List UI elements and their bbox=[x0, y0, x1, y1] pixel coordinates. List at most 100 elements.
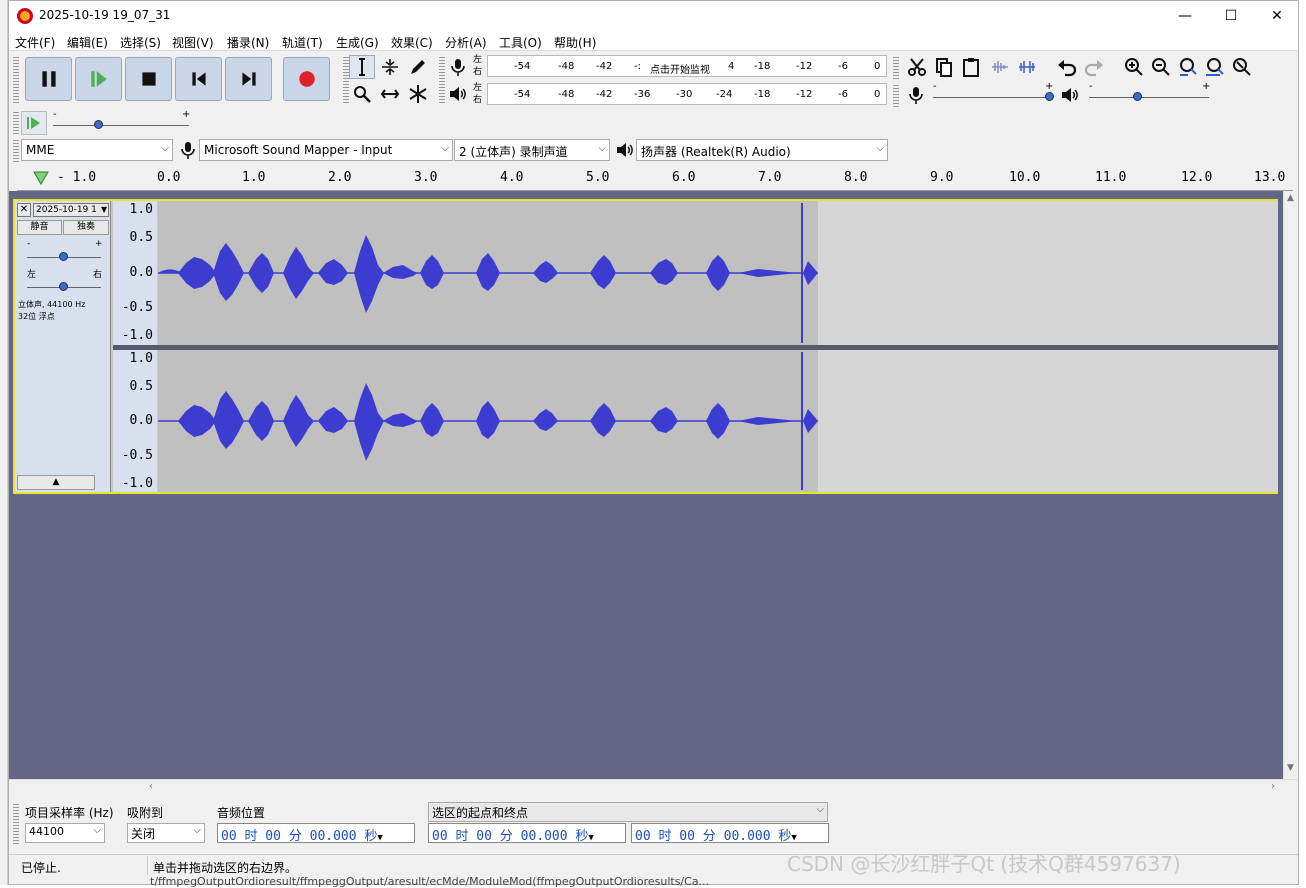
microphone-icon bbox=[181, 142, 195, 159]
window-title: 2025-10-19 19_07_31 bbox=[39, 8, 171, 22]
ruler-label: 13.0 bbox=[1254, 170, 1286, 185]
track-panel[interactable]: ✕ 2025-10-19 1 ▼ 静音 独奏 - + 左 右 立体声, 4410… bbox=[9, 191, 1283, 779]
chevron-down-icon: ⌵ bbox=[816, 804, 824, 815]
close-track-button[interactable]: ✕ bbox=[17, 203, 31, 217]
toolbar-grip[interactable] bbox=[893, 83, 899, 107]
toolbar-grip[interactable] bbox=[893, 55, 899, 79]
mute-button[interactable]: 静音 bbox=[17, 220, 62, 235]
selection-tool[interactable] bbox=[349, 55, 375, 79]
record-meter[interactable]: -54 -48 -42 -: 点击开始监视 4 -18 -12 -6 0 bbox=[487, 55, 887, 77]
playback-device-dropdown[interactable]: 扬声器 (Realtek(R) Audio) ⌵ bbox=[636, 139, 888, 161]
menu-file[interactable]: 文件(F) bbox=[15, 34, 55, 51]
record-button[interactable] bbox=[283, 57, 330, 101]
gain-slider[interactable] bbox=[27, 249, 101, 263]
speaker-icon bbox=[450, 87, 466, 101]
zoom-fit-icon bbox=[1206, 58, 1224, 76]
background-window-text: t/ffmpegOutputOrdioresult/ffmpeggOutput/… bbox=[150, 875, 710, 888]
maximize-button[interactable]: ☐ bbox=[1208, 1, 1254, 31]
skip-to-start-button[interactable] bbox=[175, 57, 222, 101]
fit-project-button[interactable] bbox=[1202, 55, 1228, 79]
menu-help[interactable]: 帮助(H) bbox=[554, 34, 596, 51]
menu-view[interactable]: 视图(V) bbox=[172, 34, 214, 51]
silence-button[interactable] bbox=[1014, 55, 1040, 79]
background-window-strip bbox=[0, 0, 8, 885]
play-meter[interactable]: -54 -48 -42 -36 -30 -24 -18 -12 -6 0 bbox=[487, 83, 887, 105]
ruler-label: 0.0 bbox=[157, 170, 181, 185]
vertical-scrollbar[interactable]: ▲ ▼ bbox=[1283, 191, 1298, 779]
chevron-down-icon: ⌵ bbox=[598, 143, 606, 154]
trim-button[interactable] bbox=[987, 55, 1013, 79]
zoom-toggle-button[interactable] bbox=[1229, 55, 1255, 79]
track-info: 立体声, 44100 Hz 32位 浮点 bbox=[18, 300, 86, 321]
vertical-scale-right[interactable]: 1.0 0.5 0.0 -0.5 -1.0 bbox=[113, 350, 157, 492]
play-meter-button[interactable] bbox=[445, 82, 471, 106]
copy-button[interactable] bbox=[931, 55, 957, 79]
horizontal-scrollbar[interactable]: ‹ › bbox=[9, 779, 1298, 796]
cut-button[interactable] bbox=[904, 55, 930, 79]
time-shift-tool[interactable] bbox=[377, 82, 403, 106]
selection-end-time[interactable]: 00 时 00 分 00.000 秒▼ bbox=[631, 823, 829, 844]
minimize-button[interactable]: — bbox=[1162, 1, 1208, 31]
ruler-label: 1.0 bbox=[242, 170, 266, 185]
vertical-scale-left[interactable]: 1.0 0.5 0.0 -0.5 -1.0 bbox=[113, 201, 157, 345]
status-hint: 单击并拖动选区的右边界。 bbox=[153, 861, 298, 875]
playback-speed-slider[interactable] bbox=[53, 117, 189, 131]
menu-transport[interactable]: 播录(N) bbox=[227, 34, 269, 51]
play-button[interactable] bbox=[75, 57, 122, 101]
menu-effect[interactable]: 效果(C) bbox=[391, 34, 433, 51]
menu-generate[interactable]: 生成(G) bbox=[336, 34, 379, 51]
toolbar-grip[interactable] bbox=[13, 138, 19, 162]
skip-to-end-button[interactable] bbox=[225, 57, 272, 101]
timeline-ruler[interactable]: - 1.0 0.0 1.0 2.0 3.0 4.0 5.0 6.0 7.0 8.… bbox=[17, 165, 1293, 191]
pan-slider[interactable] bbox=[27, 279, 101, 293]
menu-tracks[interactable]: 轨道(T) bbox=[282, 34, 323, 51]
fit-selection-button[interactable] bbox=[1175, 55, 1201, 79]
recording-channels-dropdown[interactable]: 2 (立体声) 录制声道 ⌵ bbox=[454, 139, 610, 161]
envelope-tool[interactable] bbox=[377, 55, 403, 79]
draw-tool[interactable] bbox=[405, 55, 431, 79]
playback-volume-slider[interactable] bbox=[1089, 89, 1209, 103]
silence-audio-icon bbox=[1019, 61, 1035, 73]
stop-button[interactable] bbox=[125, 57, 172, 101]
paste-button[interactable] bbox=[958, 55, 984, 79]
selection-mode-dropdown[interactable]: 选区的起点和终点 ⌵ bbox=[428, 802, 828, 822]
multi-tool[interactable] bbox=[405, 82, 431, 106]
solo-button[interactable]: 独奏 bbox=[63, 220, 109, 235]
ruler-label: 7.0 bbox=[758, 170, 782, 185]
audio-host-dropdown[interactable]: MME ⌵ bbox=[21, 139, 173, 161]
toolbar-grip[interactable] bbox=[13, 55, 19, 103]
skip-end-icon bbox=[241, 72, 256, 86]
recording-device-dropdown[interactable]: Microsoft Sound Mapper - Input ⌵ bbox=[199, 139, 453, 161]
track-name-menu[interactable]: 2025-10-19 1 bbox=[33, 203, 109, 217]
output-device-icon bbox=[612, 138, 638, 162]
zoom-out-button[interactable] bbox=[1148, 55, 1174, 79]
snap-to-dropdown[interactable]: 关闭 ⌵ bbox=[127, 823, 205, 843]
pin-playhead-icon[interactable] bbox=[33, 170, 49, 189]
audio-track[interactable]: ✕ 2025-10-19 1 ▼ 静音 独奏 - + 左 右 立体声, 4410… bbox=[13, 199, 1278, 494]
play-at-speed-button[interactable] bbox=[21, 111, 47, 135]
undo-button[interactable] bbox=[1054, 55, 1080, 79]
zoom-tool[interactable] bbox=[349, 82, 375, 106]
redo-button[interactable] bbox=[1081, 55, 1107, 79]
zoom-in-button[interactable] bbox=[1121, 55, 1147, 79]
audio-position-time[interactable]: 00 时 00 分 00.000 秒▼ bbox=[217, 823, 415, 844]
snap-to-label: 吸附到 bbox=[127, 806, 164, 820]
menu-edit[interactable]: 编辑(E) bbox=[67, 34, 108, 51]
project-rate-dropdown[interactable]: 44100 ⌵ bbox=[25, 823, 105, 843]
waveform-left-channel[interactable] bbox=[158, 201, 1278, 345]
menu-tools[interactable]: 工具(O) bbox=[499, 34, 542, 51]
chevron-down-icon: ⌵ bbox=[161, 143, 169, 154]
audio-position-label: 音频位置 bbox=[217, 806, 266, 820]
close-button[interactable]: ✕ bbox=[1254, 1, 1298, 31]
menu-analyze[interactable]: 分析(A) bbox=[445, 34, 487, 51]
recording-volume-slider[interactable] bbox=[933, 89, 1054, 103]
selection-start-time[interactable]: 00 时 00 分 00.000 秒▼ bbox=[428, 823, 626, 844]
pause-button[interactable] bbox=[25, 57, 72, 101]
menu-select[interactable]: 选择(S) bbox=[120, 34, 161, 51]
microphone-icon bbox=[451, 59, 465, 76]
toolbar-grip[interactable] bbox=[13, 110, 19, 136]
waveform-right-channel[interactable] bbox=[158, 350, 1278, 492]
record-meter-button[interactable] bbox=[445, 55, 471, 79]
status-state: 已停止. bbox=[21, 861, 61, 875]
collapse-track-button[interactable]: ▲ bbox=[17, 475, 95, 490]
